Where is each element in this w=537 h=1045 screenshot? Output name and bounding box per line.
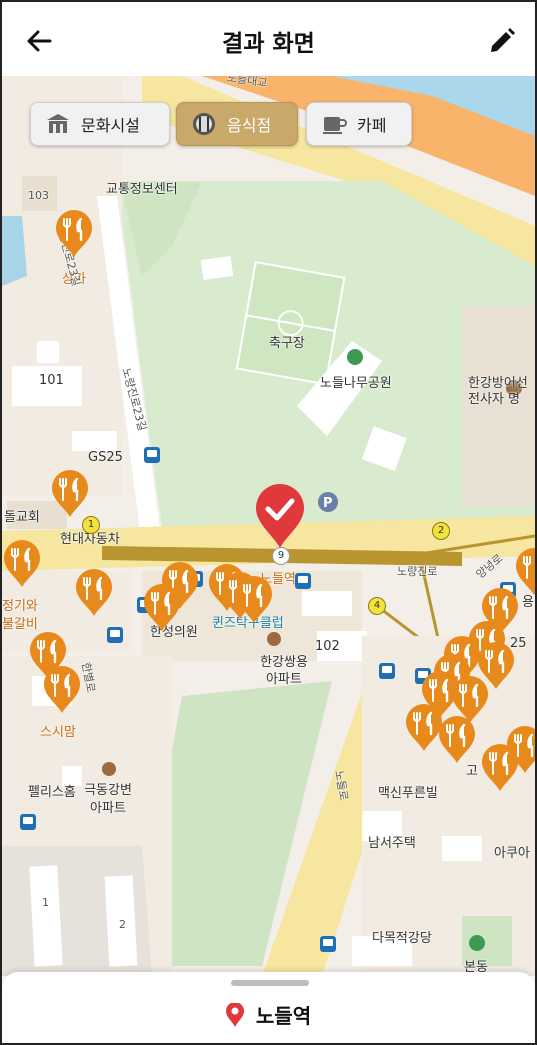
restaurant-pin-icon[interactable] [74,569,114,617]
page-title: 결과 화면 [222,31,315,57]
edit-pencil-icon[interactable] [487,26,517,56]
svg-text:P: P [323,496,333,511]
restaurant-pin-icon[interactable] [2,540,42,588]
restaurant-pin-icon[interactable] [50,470,90,518]
app-frame: 결과 화면 P 문화시설 음식점 카페 노들대교 교통정보센터 103 상가 노… [0,0,537,1045]
map-label-apt-num-2: 2 [119,918,126,931]
coffee-cup-icon [323,117,347,134]
map-label-building-101: 101 [39,373,64,388]
map-label-geukdong: 극동강변 아파트 [84,783,132,816]
restaurant-pin-icon[interactable] [42,666,82,714]
map-label-damok-hall: 다목적강당 [372,931,432,946]
restaurant-pin-icon[interactable] [142,584,182,632]
map-label-aqua: 아쿠아 [494,846,530,861]
bottom-sheet[interactable]: 노들역 [2,972,535,1043]
map-view[interactable]: P 문화시설 음식점 카페 노들대교 교통정보센터 103 상가 노량진로23길 [2,76,535,976]
map-label-building-102: 102 [315,639,340,654]
bus-stop-icon[interactable] [320,936,336,952]
map-label-park: 노들나무공원 [320,376,392,391]
filter-chip-restaurant-label: 음식점 [227,116,272,135]
bus-stop-icon[interactable] [144,447,160,463]
selected-location-pin-icon[interactable] [252,484,308,550]
bus-number-badge: 2 [432,522,450,540]
map-label-noryangjin-ro: 노량진로 [397,565,438,578]
restaurant-pin-icon[interactable] [437,716,477,764]
map-label-traffic-center: 교통정보센터 [106,182,178,197]
map-label-soccer-field: 축구장 [269,336,305,351]
restaurant-pin-icon[interactable] [514,548,535,596]
drag-handle[interactable] [231,980,309,986]
selected-station: 노들역 [2,1000,535,1029]
map-label-felice-home: 펠리스홈 [28,785,76,800]
map-label-memorial: 한강방어선 전사자 명 [468,376,528,407]
map-label-apt-num-1: 1 [42,896,49,909]
map-label-apartment: 한강쌍용 아파트 [260,655,308,687]
station-name: 노들역 [255,1004,312,1028]
bus-stop-icon[interactable] [379,663,395,679]
map-label-building-103: 103 [28,189,49,202]
museum-icon [47,114,69,133]
filter-chip-culture[interactable]: 문화시설 [30,102,170,146]
bus-number-badge: 1 [82,516,100,534]
filter-chip-culture-label: 문화시설 [81,116,140,135]
map-label-meat-restaurant: 정기와 불갈비 [2,599,38,632]
map-label-namseo: 남서주택 [368,836,416,851]
filter-chip-cafe-label: 카페 [357,116,387,135]
filter-chip-cafe[interactable]: 카페 [306,102,412,146]
bus-stop-icon[interactable] [295,573,311,589]
filter-chip-restaurant[interactable]: 음식점 [176,102,298,146]
map-label-maxin: 맥신푸른빌 [378,786,438,801]
restaurant-pin-icon[interactable] [505,726,535,774]
restaurant-pin-icon[interactable] [54,210,94,258]
map-label-church: 돌교회 [4,510,40,525]
map-label-sushi: 스시맘 [40,725,76,740]
restaurant-icon [193,113,215,135]
bus-stop-icon[interactable] [107,627,123,643]
top-app-bar: 결과 화면 [2,2,535,76]
bus-stop-icon[interactable] [20,814,36,830]
map-label-gs25-left: GS25 [88,450,123,465]
bus-number-badge: 4 [368,597,386,615]
location-pin-icon [225,1002,244,1027]
restaurant-pin-icon[interactable] [234,576,274,624]
